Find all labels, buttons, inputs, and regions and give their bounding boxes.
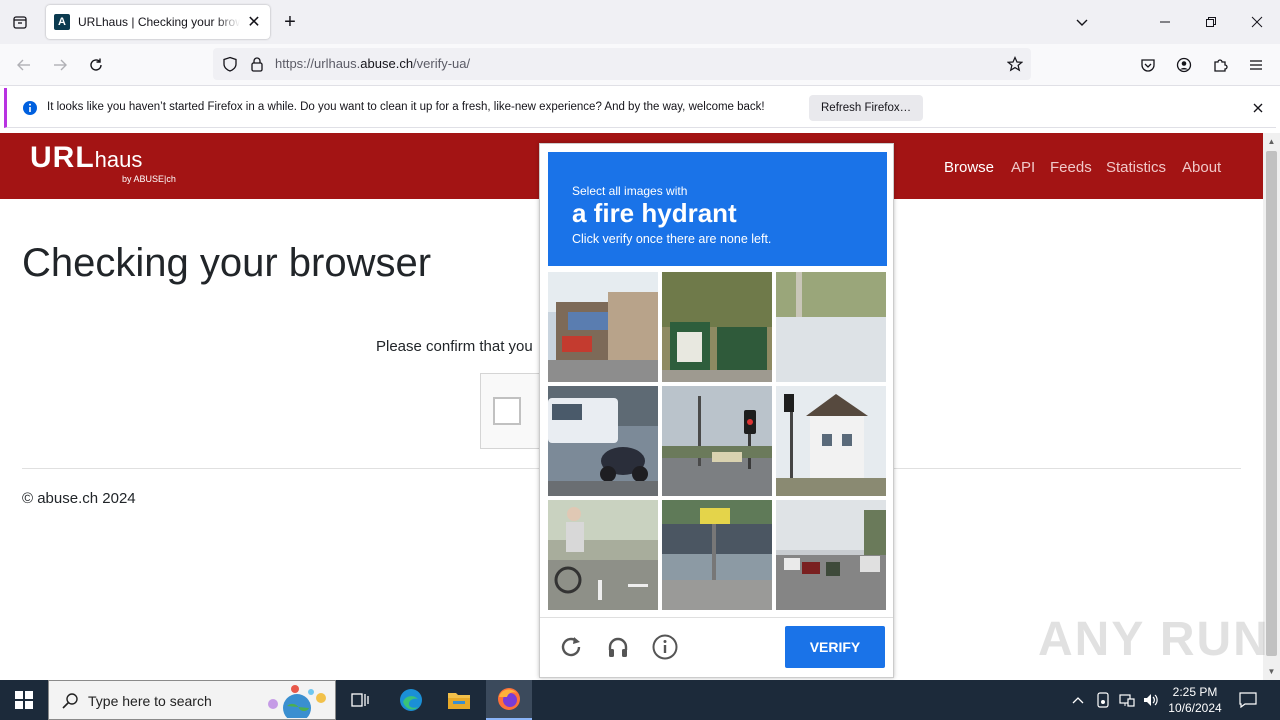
clock-date: 10/6/2024 [1168,701,1222,715]
system-clock[interactable]: 2:25 PM 10/6/2024 [1166,684,1224,716]
shield-icon[interactable] [220,54,240,74]
captcha-tile-1[interactable] [548,272,658,382]
captcha-tile-5[interactable] [662,386,772,496]
hamburger-menu-icon[interactable] [1246,55,1266,75]
nav-browse[interactable]: Browse [944,159,994,176]
captcha-tile-4[interactable] [548,386,658,496]
windows-start-icon[interactable] [0,680,48,720]
prompt-target: a fire hydrant [572,198,737,228]
pocket-icon[interactable] [1138,55,1158,75]
captcha-tile-2[interactable] [662,272,772,382]
anyrun-watermark: ANY RUN [1038,613,1270,666]
windows-taskbar: Type here to search 2:25 PM 10/6/2024 [0,680,1280,720]
page-title: Checking your browser [22,241,432,285]
reload-icon[interactable] [86,55,106,75]
search-icon [61,692,79,710]
urlhaus-favicon-icon: A [54,14,70,30]
nav-statistics[interactable]: Statistics [1106,159,1166,176]
tray-chevron-up-icon[interactable] [1068,680,1088,720]
scroll-down-icon[interactable]: ▼ [1266,666,1277,676]
file-explorer-icon[interactable] [441,680,477,720]
abuse-ch-logo-sub: by ABUSE|ch [122,174,176,184]
lock-icon[interactable] [247,54,267,74]
network-icon[interactable] [1117,680,1137,720]
info-help-icon[interactable] [652,634,678,660]
captcha-prompt: Select all images with a fire hydrant Cl… [548,152,887,266]
captcha-tile-7[interactable] [548,500,658,610]
refresh-firefox-button[interactable]: Refresh Firefox… [809,95,924,121]
restore-icon[interactable] [1201,12,1221,32]
captcha-challenge-popup: Select all images with a fire hydrant Cl… [539,143,894,678]
close-tab-icon[interactable]: ✕ [246,12,262,32]
firefox-taskbar-icon[interactable] [486,680,532,720]
nav-feeds[interactable]: Feeds [1050,159,1092,176]
extensions-icon[interactable] [1210,55,1230,75]
nav-api[interactable]: API [1011,159,1035,176]
scroll-up-icon[interactable]: ▲ [1266,136,1277,146]
scrollbar-thumb[interactable] [1266,151,1277,656]
navigation-toolbar: https://urlhaus.abuse.ch/verify-ua/ [0,44,1280,86]
task-view-icon[interactable] [344,680,376,720]
address-bar[interactable]: https://urlhaus.abuse.ch/verify-ua/ [213,48,1031,80]
notification-center-icon[interactable] [1234,680,1262,720]
prompt-instruction: Click verify once there are none left. [572,232,772,246]
search-highlight-icon [261,684,331,718]
refresh-challenge-icon[interactable] [558,634,584,660]
captcha-tile-3[interactable] [776,272,886,382]
captcha-footer-divider [540,617,893,618]
forward-arrow-icon[interactable] [50,55,70,75]
audio-challenge-icon[interactable] [605,634,631,660]
nav-about[interactable]: About [1182,159,1221,176]
captcha-tile-6[interactable] [776,386,886,496]
captcha-checkbox[interactable] [493,397,521,425]
page-scrollbar[interactable]: ▲ ▼ [1263,133,1280,680]
urlhaus-logo[interactable]: URLhaus [30,141,142,175]
close-window-icon[interactable] [1247,12,1267,32]
account-icon[interactable] [1174,55,1194,75]
tab-title: URLhaus | Checking your browser [78,15,240,29]
bookmark-star-icon[interactable] [1005,54,1025,74]
info-icon [22,100,38,116]
tab-urlhaus[interactable]: A URLhaus | Checking your browser ✕ [46,5,270,39]
taskbar-search-box[interactable]: Type here to search [48,680,336,720]
verify-button[interactable]: VERIFY [785,626,885,668]
refresh-firefox-notification: It looks like you haven’t started Firefo… [4,88,1276,128]
prompt-line-1: Select all images with [572,184,688,198]
new-tab-icon[interactable]: + [280,11,300,33]
footer-copyright: © abuse.ch 2024 [22,490,136,507]
search-placeholder: Type here to search [88,693,212,709]
notification-message: It looks like you haven’t started Firefo… [47,101,765,113]
captcha-tile-8[interactable] [662,500,772,610]
confirm-text: Please confirm that you [376,338,533,355]
chevron-down-icon[interactable] [1072,12,1092,32]
close-notification-icon[interactable] [1250,100,1266,116]
url-text: https://urlhaus.abuse.ch/verify-ua/ [275,56,471,71]
tab-strip: A URLhaus | Checking your browser ✕ + [0,0,1280,44]
tab-list-icon[interactable] [8,12,32,32]
volume-icon[interactable] [1141,680,1161,720]
back-arrow-icon[interactable] [14,55,34,75]
captcha-tile-9[interactable] [776,500,886,610]
tray-device-icon[interactable] [1093,680,1113,720]
edge-browser-icon[interactable] [393,680,429,720]
clock-time: 2:25 PM [1172,685,1218,699]
minimize-icon[interactable] [1155,12,1175,32]
